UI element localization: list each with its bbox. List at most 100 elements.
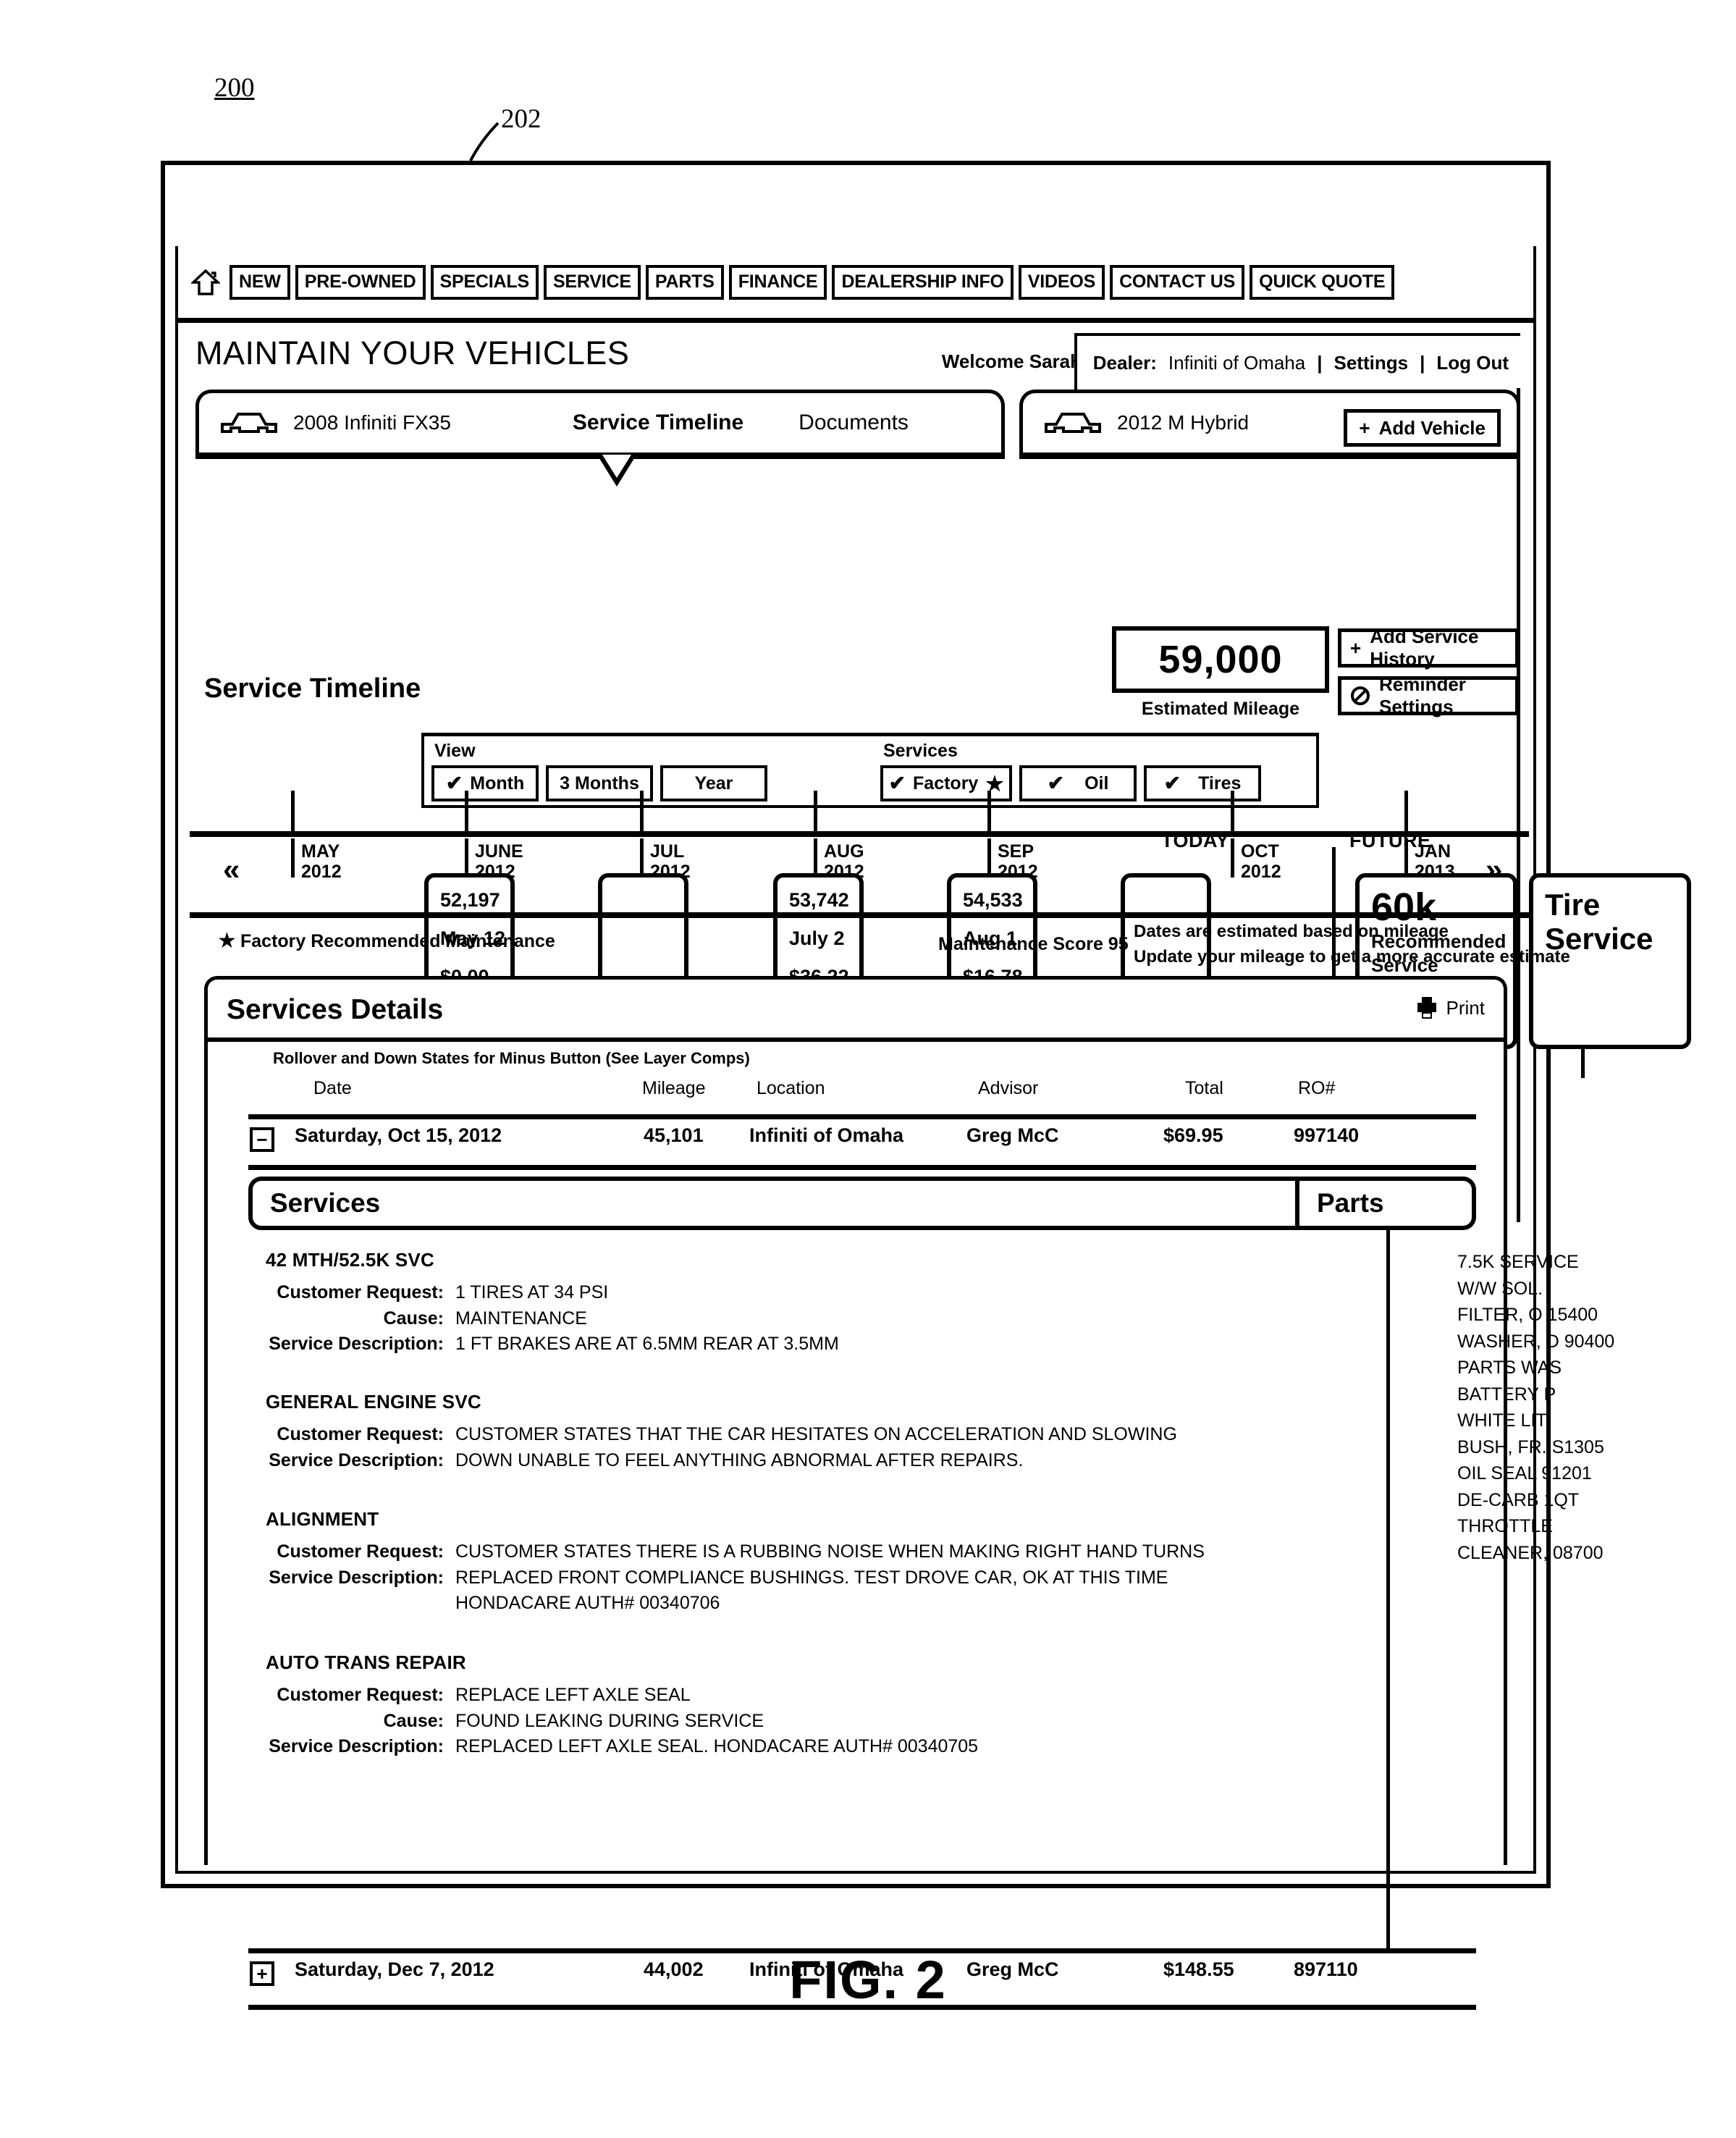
top-navigation-bar: NEW PRE-OWNED SPECIALS SERVICE PARTS FIN… (178, 246, 1533, 323)
part-item: OIL SEAL 91201 (1457, 1463, 1592, 1483)
plus-icon: + (1350, 636, 1362, 659)
axis-tick-1 (291, 791, 295, 831)
reminder-settings-button[interactable]: Reminder Settings (1338, 673, 1519, 717)
service-filter-oil[interactable]: ✔ Oil (1019, 765, 1137, 801)
service-filter-tires-label: Tires (1198, 773, 1242, 794)
axis-month: MAY (301, 841, 340, 862)
estimated-mileage-box[interactable]: 59,000 (1112, 626, 1329, 693)
logout-link[interactable]: Log Out (1436, 352, 1509, 374)
table-row[interactable]: − Saturday, Oct 15, 2012 45,101 Infiniti… (208, 1124, 1504, 1168)
service-item: ALIGNMENT Customer Request: CUSTOMER STA… (245, 1508, 1237, 1617)
settings-link[interactable]: Settings (1334, 352, 1409, 374)
nav-item-new[interactable]: NEW (229, 264, 290, 300)
detail-key: Service Description: (269, 1567, 444, 1588)
part-item: W/W SOL. (1457, 1278, 1543, 1299)
vehicle-name-second: 2012 M Hybrid (1117, 411, 1250, 434)
axis-year: 2013 (1415, 862, 1455, 882)
nav-item-service[interactable]: SERVICE (543, 264, 641, 300)
axis-label-oct: OCT 2012 (1241, 841, 1281, 882)
detail-value: CUSTOMER STATES THERE IS A RUBBING NOISE… (455, 1541, 1205, 1562)
axis-tick-6 (1231, 791, 1234, 831)
nav-item-videos[interactable]: VIDEOS (1018, 264, 1105, 300)
axis-tick-label-rule-3 (640, 838, 644, 877)
axis-year: 2012 (824, 862, 864, 882)
vehicle-tab-second[interactable]: 2012 M Hybrid + Add Vehicle (1019, 390, 1520, 459)
row-total: $69.95 (1163, 1124, 1223, 1146)
card-date: July 2 (789, 927, 845, 949)
detail-value: FOUND LEAKING DURING SERVICE (455, 1710, 764, 1731)
detail-key: Customer Request: (277, 1541, 444, 1562)
axis-tick-label-rule-5 (987, 838, 991, 877)
active-tab-pointer-inner (602, 455, 631, 478)
tab-service-timeline[interactable]: Service Timeline (573, 411, 743, 435)
service-detail-line: Cause: FOUND LEAKING DURING SERVICE (245, 1709, 1237, 1735)
nav-item-parts[interactable]: PARTS (645, 264, 724, 300)
axis-month: JUL (650, 841, 685, 862)
axis-label-sep: SEP 2012 (998, 841, 1038, 882)
view-option-year[interactable]: Year (660, 765, 767, 801)
axis-tick-2 (465, 791, 468, 831)
col-header-mileage: Mileage (642, 1078, 706, 1098)
timeline-prev-button[interactable]: « (223, 854, 240, 885)
row-date: Saturday, Oct 15, 2012 (295, 1124, 502, 1146)
home-icon[interactable] (190, 269, 222, 296)
legend-label: Factory Recommended Maintenance (240, 931, 555, 951)
detail-value: 1 TIRES AT 34 PSI (455, 1282, 609, 1302)
page-header: MAINTAIN YOUR VEHICLES Welcome Sarah Dea… (178, 323, 1533, 390)
minus-icon[interactable]: − (250, 1127, 274, 1152)
view-option-month[interactable]: ✔ Month (431, 765, 539, 801)
vehicle-tab-strip: 2008 Infiniti FX35 Service Timeline Docu… (195, 390, 1520, 487)
axis-month: JAN (1415, 841, 1451, 862)
axis-year: 2012 (1241, 862, 1281, 882)
nav-item-pre-owned[interactable]: PRE-OWNED (295, 264, 426, 300)
services-filter-label: Services (883, 741, 958, 761)
axis-label-aug: AUG 2012 (824, 841, 864, 882)
axis-tick-label-rule-4 (814, 838, 817, 877)
check-icon: ✔ (888, 772, 906, 794)
nav-item-dealership-info[interactable]: DEALERSHIP INFO (832, 264, 1014, 300)
detail-key: Service Description: (269, 1736, 444, 1756)
view-option-year-label: Year (694, 773, 733, 794)
axis-tick-label-rule-6 (1231, 838, 1234, 877)
ref-202: 202 (501, 104, 542, 134)
nav-item-quick-quote[interactable]: QUICK QUOTE (1250, 264, 1395, 300)
col-header-total: Total (1185, 1078, 1223, 1098)
axis-month: OCT (1241, 841, 1279, 862)
add-service-history-button[interactable]: + Add Service History (1338, 626, 1519, 670)
nav-item-specials[interactable]: SPECIALS (430, 264, 539, 300)
part-item: FILTER, O 15400 (1457, 1305, 1598, 1325)
service-item: AUTO TRANS REPAIR Customer Request: REPL… (245, 1651, 1237, 1760)
page-title: MAINTAIN YOUR VEHICLES (195, 334, 630, 371)
separator-2: | (1420, 351, 1425, 374)
services-parts-divider (1386, 1230, 1390, 1948)
separator-1: | (1317, 351, 1323, 374)
service-filter-factory[interactable]: ✔ Factory ★ (880, 765, 1012, 801)
print-label: Print (1446, 996, 1485, 1019)
nav-item-contact-us[interactable]: CONTACT US (1110, 264, 1245, 300)
timeline-heading: Service Timeline (204, 673, 421, 704)
part-item: CLEANER, 08700 (1457, 1542, 1604, 1563)
detail-value-continuation: HONDACARE AUTH# 00340706 (455, 1593, 720, 1613)
axis-label-june: JUNE 2012 (475, 841, 523, 882)
detail-key: Customer Request: (277, 1424, 444, 1444)
axis-tick-4 (814, 791, 817, 831)
part-item: 7.5K SERVICE (1457, 1252, 1579, 1272)
axis-label-jan: JAN 2013 (1415, 841, 1455, 882)
view-option-3months[interactable]: 3 Months (546, 765, 653, 801)
service-filter-tires[interactable]: ✔ Tires (1144, 765, 1261, 801)
vehicle-tab-active[interactable]: 2008 Infiniti FX35 Service Timeline Docu… (195, 390, 1005, 459)
axis-year: 2012 (301, 862, 342, 882)
add-vehicle-button[interactable]: + Add Vehicle (1344, 409, 1501, 447)
maintenance-score: Maintenance Score 95 (938, 934, 1129, 954)
service-item: 42 MTH/52.5K SVC Customer Request: 1 TIR… (245, 1249, 1237, 1358)
car-icon-2 (1042, 408, 1104, 437)
col-header-date: Date (313, 1078, 352, 1098)
dealer-info-bar: Dealer: Infiniti of Omaha | Settings | L… (1074, 333, 1520, 390)
tab-documents[interactable]: Documents (799, 411, 909, 435)
view-filter-label: View (434, 741, 476, 761)
print-button[interactable]: Print (1416, 996, 1485, 1020)
nav-item-finance[interactable]: FINANCE (728, 264, 827, 300)
timeline-next-button[interactable]: » (1486, 854, 1502, 885)
axis-year: 2012 (475, 862, 515, 882)
check-icon: ✔ (1163, 772, 1181, 794)
